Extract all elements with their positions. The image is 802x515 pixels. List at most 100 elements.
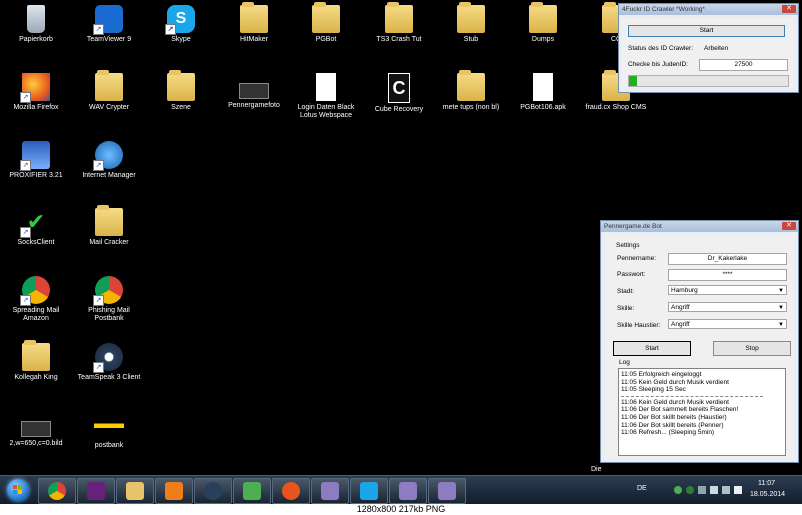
desktop-icon[interactable]: WAV Crypter — [76, 70, 142, 112]
app-icon — [399, 482, 417, 500]
folder-icon — [457, 2, 485, 33]
taskbar-button[interactable] — [116, 478, 154, 504]
desktop-icon[interactable]: TS3 Crash Tut — [366, 2, 432, 44]
teamspeak-icon — [204, 482, 222, 500]
desktop-icon-label: Szene — [171, 104, 191, 111]
tray-icon[interactable] — [674, 486, 682, 494]
bot-titlebar[interactable]: Pennergame.de Bot ✕ — [601, 221, 798, 232]
firefox-icon — [20, 73, 50, 103]
bot-stop-button[interactable]: Stop — [713, 341, 791, 356]
desktop-icon[interactable]: PROXIFIER 3.21 — [3, 141, 69, 180]
log-line: 11:05 Erfolgreich eingeloggt — [621, 371, 702, 378]
desktop-icon-label: fraud.cx Shop CMS — [585, 104, 647, 111]
desktop-icon[interactable]: C Cube Recovery — [366, 73, 432, 114]
crawler-status-label: Status des ID Crawler: — [628, 45, 694, 52]
taskbar-button[interactable] — [155, 478, 193, 504]
desktop-icon[interactable]: Spreading Mail Amazon — [3, 276, 69, 323]
bot-start-button[interactable]: Start — [613, 341, 691, 356]
network-icon[interactable] — [722, 486, 730, 494]
taskbar-button[interactable] — [389, 478, 427, 504]
log-line: 11:06 Kein Geld durch Musik verdient — [621, 398, 729, 406]
log-line: 11:06 Der Bot skillt bereits (Penner) — [621, 421, 724, 429]
crawler-progress-bar — [628, 75, 789, 87]
password-label: Passwort: — [617, 271, 646, 278]
desktop-icon[interactable]: Mozilla Firefox — [3, 73, 69, 112]
id-crawler-window: 4Fuckr ID Crawler *Working* ✕ Start Stat… — [618, 3, 799, 93]
log-line: 11:05 Kein Geld durch Musik verdient — [621, 378, 729, 386]
desktop-icon[interactable]: Papierkorb — [3, 5, 69, 44]
log-box[interactable]: 11:05 Erfolgreich eingeloggt 11:05 Kein G… — [618, 368, 786, 456]
desktop-icon-label: 2,w=650,c=0.bild — [9, 440, 63, 447]
taskbar-button[interactable] — [311, 478, 349, 504]
desktop-icon[interactable]: Login Daten Black Lotus Webspace — [293, 73, 359, 120]
pennername-input[interactable]: Dr_Kakerlake — [668, 253, 787, 265]
desktop-icon[interactable]: TeamViewer 9 — [76, 5, 142, 44]
desktop-icon[interactable]: PGBot106.apk — [510, 73, 576, 112]
desktop-icon-label: Stub — [463, 36, 479, 43]
explorer-icon — [126, 482, 144, 500]
desktop-icon[interactable]: Pennergamefoto — [221, 73, 287, 110]
desktop-icon[interactable]: TeamSpeak 3 Client — [76, 343, 142, 382]
log-divider — [621, 395, 763, 397]
volume-icon[interactable] — [734, 486, 742, 494]
desktop-icon[interactable]: PGBot — [293, 2, 359, 44]
desktop-icon[interactable]: mete tups (non bl) — [438, 70, 504, 112]
desktop-icon-label: Login Daten Black Lotus Webspace — [297, 104, 355, 119]
taskbar-button[interactable] — [272, 478, 310, 504]
desktop-icon[interactable]: HitMaker — [221, 2, 287, 44]
start-button[interactable] — [3, 476, 33, 504]
desktop-icon-label: mete tups (non bl) — [442, 104, 500, 111]
taskbar-button[interactable] — [350, 478, 388, 504]
haustier-select[interactable]: Angriff ▼ — [668, 319, 787, 329]
skille-select[interactable]: Angriff ▼ — [668, 302, 787, 312]
desktop-icon[interactable]: Dumps — [510, 2, 576, 44]
image-file-icon — [21, 421, 51, 437]
clock-time[interactable]: 11:07 — [758, 480, 775, 487]
desktop-icon[interactable]: postbank — [76, 411, 142, 450]
desktop-icon[interactable]: Szene — [148, 70, 214, 112]
desktop-icon[interactable]: SSkype — [148, 5, 214, 44]
desktop-icon[interactable]: Stub — [438, 2, 504, 44]
folder-icon — [529, 2, 557, 33]
cube-recovery-icon: C — [388, 73, 410, 103]
desktop-icon[interactable]: Phishing Mail Postbank — [76, 276, 142, 323]
chrome-icon — [20, 276, 50, 306]
crawler-titlebar[interactable]: 4Fuckr ID Crawler *Working* ✕ — [619, 4, 798, 15]
desktop-icon[interactable]: Kollegah King — [3, 340, 69, 382]
desktop-icon-label: Skype — [171, 36, 191, 43]
taskbar-button[interactable] — [428, 478, 466, 504]
proxifier-icon — [20, 141, 50, 171]
password-input[interactable]: **** — [668, 269, 787, 281]
desktop-icon-label: TeamViewer 9 — [86, 36, 132, 43]
folder-icon — [167, 70, 195, 101]
tray-icon[interactable] — [698, 486, 706, 494]
desktop-icon-label: Phishing Mail Postbank — [88, 307, 130, 322]
taskbar-button[interactable] — [38, 478, 76, 504]
haustier-label: Skille Haustier: — [617, 322, 661, 329]
taskbar-button[interactable] — [233, 478, 271, 504]
chevron-down-icon: ▼ — [778, 288, 784, 294]
app-icon — [321, 482, 339, 500]
desktop-icon[interactable]: Mail Cracker — [76, 205, 142, 247]
desktop-icon-label: WAV Crypter — [88, 104, 130, 111]
chrome-icon — [93, 276, 123, 306]
stadt-value: Hamburg — [671, 287, 698, 294]
crawler-start-button[interactable]: Start — [628, 25, 785, 37]
close-icon[interactable]: ✕ — [782, 222, 796, 230]
crawler-check-field[interactable]: 27500 — [699, 59, 788, 71]
clock-date[interactable]: 18.05.2014 — [750, 491, 785, 498]
chevron-down-icon: ▼ — [778, 305, 784, 311]
stadt-select[interactable]: Hamburg ▼ — [668, 285, 787, 295]
tray-icon[interactable] — [686, 486, 694, 494]
postbank-icon — [94, 411, 124, 439]
desktop-icon[interactable]: Internet Manager — [76, 141, 142, 180]
desktop-icon[interactable]: 2,w=650,c=0.bild — [3, 411, 69, 448]
taskbar-button[interactable] — [77, 478, 115, 504]
haustier-value: Angriff — [671, 321, 690, 328]
flag-icon[interactable] — [710, 486, 718, 494]
language-indicator[interactable]: DE — [637, 485, 647, 492]
desktop-icon[interactable]: ✔SocksClient — [3, 208, 69, 247]
desktop-icon-label: Dumps — [531, 36, 555, 43]
taskbar-button[interactable] — [194, 478, 232, 504]
close-icon[interactable]: ✕ — [782, 5, 796, 13]
